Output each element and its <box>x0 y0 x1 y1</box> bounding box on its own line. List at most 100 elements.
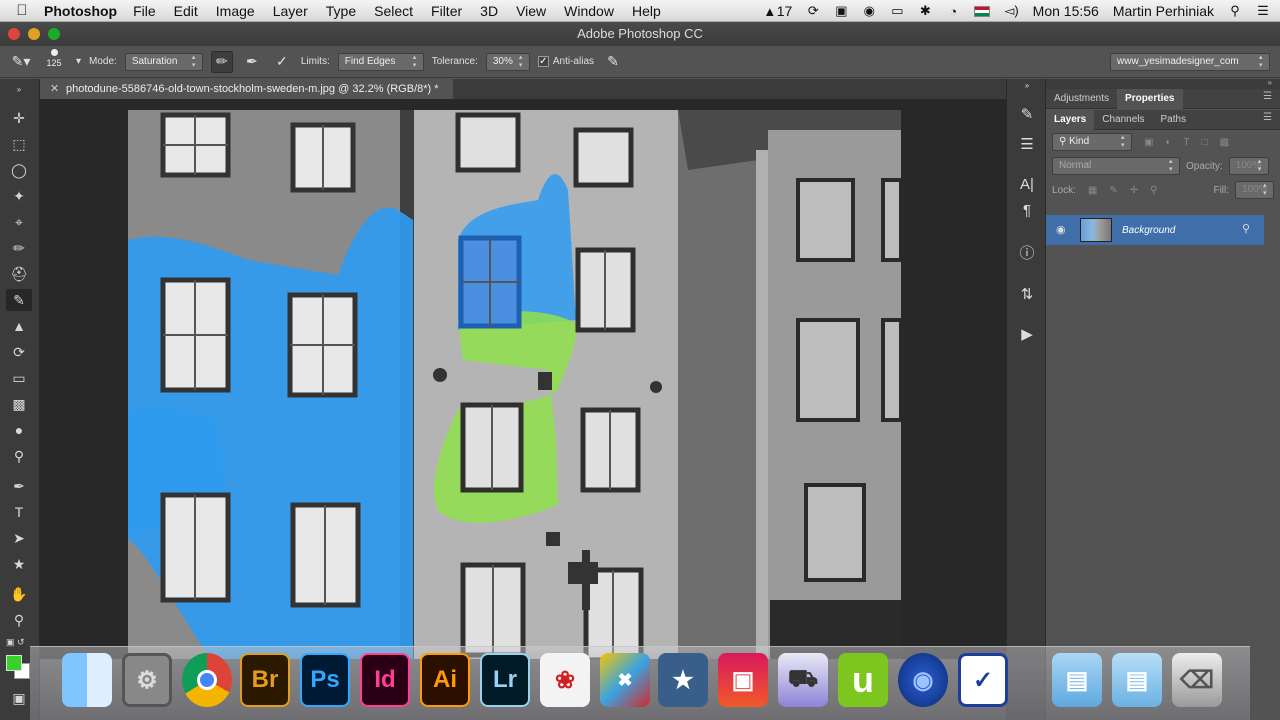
hand-tool-icon[interactable]: ✋ <box>6 583 32 605</box>
pen-tool-icon[interactable]: ✒ <box>6 475 32 497</box>
adobe-creative-cloud-status[interactable]: ▲17 <box>763 3 792 19</box>
history-brush-tool-icon[interactable]: ⟳ <box>6 341 32 363</box>
move-tool-icon[interactable]: ✛ <box>6 107 32 129</box>
bluetooth-icon[interactable]: ✱ <box>918 3 932 19</box>
dock-applications-folder[interactable]: ▤ <box>1052 653 1102 707</box>
workspace-dropdown[interactable]: www_yesimadesigner_com <box>1110 53 1270 71</box>
crop-tool-icon[interactable]: ⌖ <box>6 211 32 233</box>
type-filter-icon[interactable]: T <box>1184 137 1190 148</box>
tool-preset-picker[interactable]: ✎ ▾ <box>10 51 32 73</box>
dock-photo-booth[interactable]: ▣ <box>718 653 768 707</box>
tab-adjustments[interactable]: Adjustments <box>1046 89 1117 109</box>
menu-layer[interactable]: Layer <box>273 3 308 19</box>
tab-channels[interactable]: Channels <box>1094 110 1152 130</box>
dock-imovie[interactable]: ★ <box>658 653 708 707</box>
info-panel-icon[interactable]: ⓘ <box>1015 241 1039 263</box>
lock-position-icon[interactable]: ✛ <box>1130 185 1138 196</box>
record-icon[interactable]: ◉ <box>862 3 876 19</box>
clone-stamp-tool-icon[interactable]: ▲ <box>6 315 32 337</box>
dodge-tool-icon[interactable]: ⚲ <box>6 445 32 467</box>
character-panel-icon[interactable]: A| <box>1015 173 1039 195</box>
canvas-area[interactable] <box>40 99 1006 659</box>
eye-icon[interactable]: ◉ <box>1056 223 1066 236</box>
brush-presets-icon[interactable]: ✎ <box>1015 103 1039 125</box>
dock-system-preferences[interactable]: ⚙ <box>122 653 172 707</box>
quick-selection-tool-icon[interactable]: ✦ <box>6 185 32 207</box>
menu-help[interactable]: Help <box>632 3 661 19</box>
user-name[interactable]: Martin Perhiniak <box>1113 3 1214 19</box>
brush-preset-picker[interactable]: 125 <box>40 48 68 75</box>
mode-dropdown[interactable]: Saturation <box>124 52 203 71</box>
airplay-icon[interactable]: ▭ <box>890 3 904 19</box>
apple-menu-icon[interactable]:  <box>0 2 44 19</box>
path-selection-tool-icon[interactable]: ➤ <box>6 527 32 549</box>
tolerance-field[interactable]: 30% <box>485 52 530 71</box>
spotlight-icon[interactable]: ⚲ <box>1228 3 1242 19</box>
menu-edit[interactable]: Edit <box>174 3 198 19</box>
lock-image-icon[interactable]: ✎ <box>1109 185 1117 196</box>
menu-view[interactable]: View <box>516 3 546 19</box>
lasso-tool-icon[interactable]: ◯ <box>6 159 32 181</box>
document-tab[interactable]: ✕ photodune-5586746-old-town-stockholm-s… <box>40 79 453 99</box>
swap-colors-icon[interactable]: ▣ ↺ <box>6 635 32 649</box>
tab-layers[interactable]: Layers <box>1046 109 1095 130</box>
opacity-field[interactable]: 100% <box>1228 157 1269 175</box>
lock-transparent-icon[interactable]: ▦ <box>1088 185 1097 196</box>
notification-center-icon[interactable]: ☰ <box>1256 3 1270 19</box>
blur-tool-icon[interactable]: ● <box>6 419 32 441</box>
lock-all-icon[interactable]: ⚲ <box>1150 185 1157 196</box>
type-tool-icon[interactable]: T <box>6 501 32 523</box>
fill-field[interactable]: 100% <box>1235 181 1274 199</box>
dock-documents-folder[interactable]: ▤ <box>1112 653 1162 707</box>
color-replacement-tool-icon[interactable]: ✎ <box>6 289 32 311</box>
dock-illustrator[interactable]: Ai <box>420 653 470 707</box>
menu-select[interactable]: Select <box>374 3 413 19</box>
dock-quicktime[interactable]: ◉ <box>898 653 948 707</box>
blend-mode-dropdown[interactable]: Normal <box>1052 157 1180 175</box>
dock-chrome[interactable] <box>182 653 232 707</box>
menu-filter[interactable]: Filter <box>431 3 462 19</box>
layers-panel-menu-icon[interactable]: ☰ <box>1263 112 1272 123</box>
dock-trash[interactable]: ⌫ <box>1172 653 1222 707</box>
clock[interactable]: Mon 15:56 <box>1033 3 1099 19</box>
shape-tool-icon[interactable]: ★ <box>6 553 32 575</box>
sampling-once-button[interactable]: ✒ <box>241 51 263 73</box>
zoom-tool-icon[interactable]: ⚲ <box>6 609 32 631</box>
dock-acrobat[interactable]: ❀ <box>540 653 590 707</box>
tab-paths[interactable]: Paths <box>1153 110 1195 130</box>
dock-lightroom[interactable]: Lr <box>480 653 530 707</box>
menu-window[interactable]: Window <box>564 3 614 19</box>
healing-brush-tool-icon[interactable]: ⛑ <box>6 263 32 285</box>
foreground-color-swatch[interactable] <box>6 655 22 671</box>
eraser-tool-icon[interactable]: ▭ <box>6 367 32 389</box>
wifi-icon[interactable]: ◔ <box>946 4 960 19</box>
layer-row-background[interactable]: ◉ Background ⚲ <box>1046 215 1264 245</box>
time-machine-icon[interactable]: ⟳ <box>806 3 820 19</box>
dock-collapse-icon[interactable]: » <box>1015 81 1039 90</box>
close-window-button[interactable] <box>8 28 20 40</box>
dock-bridge[interactable]: Br <box>240 653 290 707</box>
menu-3d[interactable]: 3D <box>480 3 498 19</box>
brush-settings-icon[interactable]: ☰ <box>1015 133 1039 155</box>
photo-icon[interactable]: ▣ <box>834 3 848 19</box>
eyedropper-tool-icon[interactable]: ✏ <box>6 237 32 259</box>
sampling-background-swatch-button[interactable]: ✓ <box>271 51 293 73</box>
paragraph-panel-icon[interactable]: ¶ <box>1015 199 1039 221</box>
gradient-tool-icon[interactable]: ▩ <box>6 393 32 415</box>
flag-icon[interactable] <box>974 5 991 17</box>
antialias-checkbox[interactable]: ✓ Anti-alias <box>537 56 594 67</box>
zoom-window-button[interactable] <box>48 28 60 40</box>
limits-dropdown[interactable]: Find Edges <box>337 52 424 71</box>
smart-object-filter-icon[interactable]: ▩ <box>1220 137 1229 148</box>
minimize-window-button[interactable] <box>28 28 40 40</box>
document-image[interactable] <box>128 110 901 659</box>
marquee-tool-icon[interactable]: ⬚ <box>6 133 32 155</box>
adjustment-filter-icon[interactable]: ◐ <box>1165 137 1171 148</box>
close-document-icon[interactable]: ✕ <box>50 79 59 99</box>
dock-transmit[interactable]: ⛟ <box>778 653 828 707</box>
actions-panel-icon[interactable]: ▶ <box>1015 323 1039 345</box>
panel-collapse-bar[interactable]: » <box>1046 78 1280 89</box>
dock-finder[interactable] <box>62 653 112 707</box>
tab-properties[interactable]: Properties <box>1117 88 1183 109</box>
menu-app-photoshop[interactable]: Photoshop <box>44 3 117 19</box>
